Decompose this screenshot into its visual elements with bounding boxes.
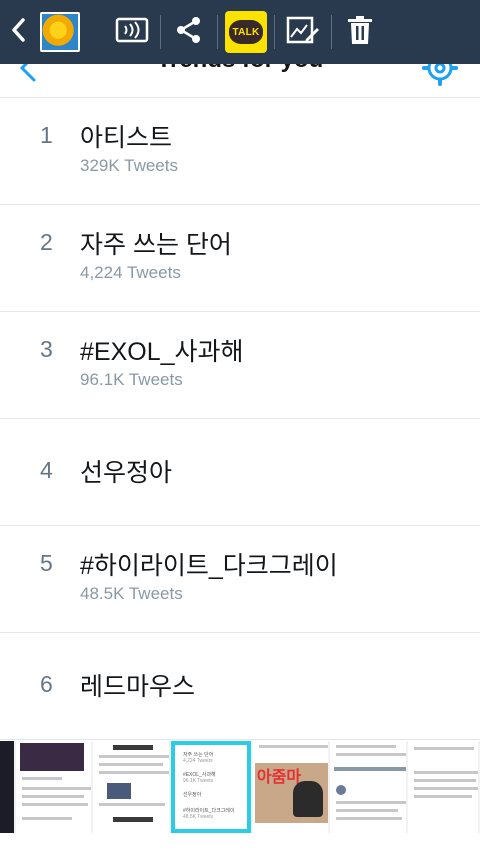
talk-label: TALK <box>229 20 263 44</box>
back-icon <box>9 16 27 49</box>
cast-button[interactable] <box>104 0 160 64</box>
share-icon <box>174 15 204 50</box>
toolbar-back-button[interactable] <box>0 0 36 64</box>
filmstrip-thumbnail[interactable] <box>16 741 92 833</box>
trend-row-5[interactable]: 5 #하이라이트_다크그레이 48.5K Tweets <box>0 526 480 633</box>
share-button[interactable] <box>161 0 217 64</box>
trend-rank: 4 <box>40 457 53 483</box>
trend-tweet-count: 329K Tweets <box>80 156 178 175</box>
trend-name: #하이라이트_다크그레이 <box>80 552 338 580</box>
video-caption: 아줌마 <box>256 769 302 786</box>
trend-rank: 3 <box>40 336 53 362</box>
trend-rank: 2 <box>40 229 53 255</box>
trend-rank: 6 <box>40 671 53 697</box>
trend-row-4[interactable]: 4 선우정아 <box>0 419 480 526</box>
trend-row-3[interactable]: 3 #EXOL_사과해 96.1K Tweets <box>0 312 480 419</box>
gallery-filmstrip: 자주 쓰는 단어 4,224 Tweets #EXOL_사과해 96.1K Tw… <box>0 741 480 833</box>
trend-rank: 1 <box>40 122 53 148</box>
preview-row-name: #하이라이트_다크그레이 <box>182 808 235 814</box>
trend-name: 아티스트 <box>80 124 173 152</box>
filmstrip-thumbnail[interactable]: 아줌마 <box>252 741 329 833</box>
trend-row-6[interactable]: 6 레드마우스 <box>0 633 480 740</box>
kakaotalk-button[interactable]: TALK <box>218 0 274 64</box>
filmstrip-thumbnail-selected[interactable]: 자주 쓰는 단어 4,224 Tweets #EXOL_사과해 96.1K Tw… <box>170 741 251 833</box>
trend-name: #EXOL_사과해 <box>80 338 244 366</box>
gallery-toolbar: TALK <box>0 0 480 64</box>
trend-list: 1 아티스트 329K Tweets 2 자주 쓰는 단어 4,224 Twee… <box>0 98 480 740</box>
trend-row-2[interactable]: 2 자주 쓰는 단어 4,224 Tweets <box>0 205 480 312</box>
trend-row-1[interactable]: 1 아티스트 329K Tweets <box>0 98 480 205</box>
preview-row-name: 선우정아 <box>182 792 202 798</box>
filmstrip-thumbnail[interactable] <box>407 741 478 833</box>
trend-name: 레드마우스 <box>80 673 196 701</box>
preview-row-name: 자주 쓰는 단어 <box>182 752 214 758</box>
cast-icon <box>115 16 149 49</box>
trend-rank: 5 <box>40 550 53 576</box>
trend-tweet-count: 96.1K Tweets <box>80 370 183 389</box>
preview-row-name: #EXOL_사과해 <box>182 772 216 778</box>
filmstrip-thumbnail[interactable] <box>0 741 15 833</box>
edit-button[interactable] <box>275 0 331 64</box>
kakaotalk-icon: TALK <box>225 11 267 53</box>
trend-tweet-count: 48.5K Tweets <box>80 584 183 603</box>
filmstrip-thumbnail[interactable] <box>330 741 406 833</box>
delete-icon <box>347 15 373 50</box>
preview-row-count: 96.1K Tweets <box>182 778 214 784</box>
preview-row-count: 48.5K Tweets <box>182 814 214 820</box>
trend-name: 자주 쓰는 단어 <box>80 231 232 259</box>
current-image-thumbnail[interactable] <box>40 12 80 52</box>
preview-row-count: 4,224 Tweets <box>182 758 213 764</box>
bottom-spacer <box>0 833 480 853</box>
trend-name: 선우정아 <box>80 459 173 487</box>
edit-icon <box>286 15 320 50</box>
trend-tweet-count: 4,224 Tweets <box>80 263 181 282</box>
delete-button[interactable] <box>332 0 388 64</box>
filmstrip-thumbnail[interactable] <box>93 741 169 833</box>
